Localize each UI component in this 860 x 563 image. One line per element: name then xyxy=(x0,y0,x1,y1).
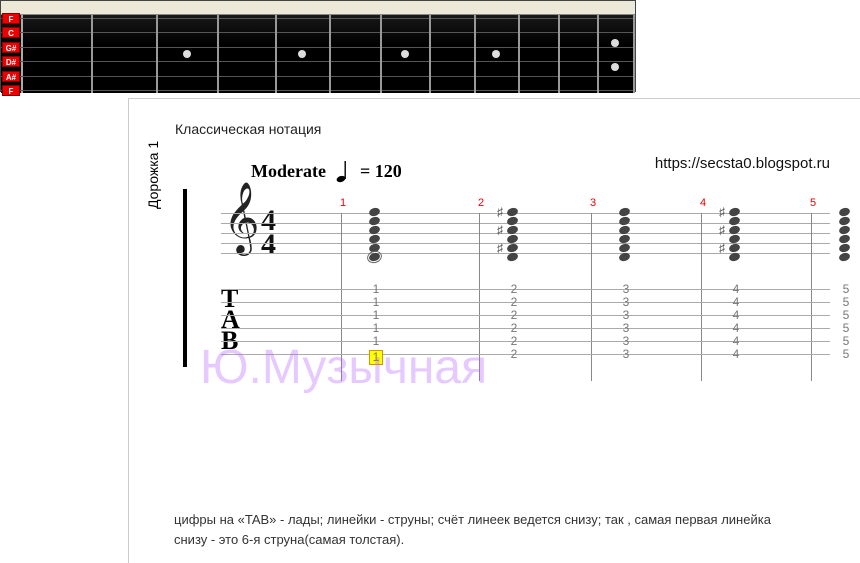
fretboard-string[interactable] xyxy=(1,61,635,62)
fret xyxy=(91,15,93,93)
fret xyxy=(275,15,277,93)
tab-label: T A B xyxy=(221,289,238,351)
fretboard-string[interactable] xyxy=(1,18,635,19)
bar-number: 3 xyxy=(590,197,596,209)
tab-cursor[interactable]: 1 xyxy=(370,351,382,364)
fret xyxy=(474,15,476,93)
fret xyxy=(156,15,158,93)
fret xyxy=(329,15,331,93)
bar-number: 1 xyxy=(340,197,346,209)
fret-marker-icon xyxy=(401,50,409,58)
chord[interactable] xyxy=(839,207,860,262)
string-label: F xyxy=(2,13,20,24)
sharp-icon: ♯ xyxy=(719,241,725,256)
string-label: A# xyxy=(2,71,20,82)
fretboard-string[interactable] xyxy=(1,76,635,77)
bar-number: 2 xyxy=(478,197,484,209)
fretboard-string[interactable] xyxy=(1,90,635,91)
bar-number: 4 xyxy=(700,197,706,209)
bar-number: 5 xyxy=(810,197,816,209)
fret xyxy=(217,15,219,93)
tab-chord[interactable]: 444444 xyxy=(729,283,743,361)
chord[interactable]: ♯♯♯ xyxy=(507,207,529,262)
chord[interactable] xyxy=(619,207,641,262)
fret-marker-icon xyxy=(492,50,500,58)
tab-chord[interactable]: 333333 xyxy=(619,283,633,361)
tab-chord[interactable]: 222222 xyxy=(507,283,521,361)
fret-marker-icon xyxy=(611,63,619,71)
fret xyxy=(518,15,520,93)
string-label: C xyxy=(2,27,20,38)
notation-staff[interactable]: 𝄞 4 4 12♯♯♯34♯♯♯56 xyxy=(193,189,830,279)
string-label: D# xyxy=(2,56,20,67)
tab-fret-number[interactable]: 3 xyxy=(619,348,633,361)
sharp-icon: ♯ xyxy=(719,223,725,238)
tempo-value: = 120 xyxy=(360,161,402,182)
fretboard-menu[interactable] xyxy=(1,1,635,15)
sharp-icon: ♯ xyxy=(497,241,503,256)
note-head[interactable] xyxy=(728,251,741,262)
score-system: Дорожка 1 𝄞 4 4 12♯♯♯34♯♯♯56 T A B 11111… xyxy=(175,189,830,367)
note-head[interactable] xyxy=(838,251,851,262)
fretboard-panel: FCG#D#A#F xyxy=(0,0,636,92)
fret xyxy=(597,15,599,93)
string-label: F xyxy=(2,85,20,96)
tab-fret-number[interactable]: 5 xyxy=(839,348,853,361)
fret-marker-icon xyxy=(611,39,619,47)
fretboard[interactable]: FCG#D#A#F xyxy=(1,15,635,93)
track-label: Дорожка 1 xyxy=(145,141,161,209)
note-head[interactable] xyxy=(368,251,381,262)
tab-fret-number[interactable]: 1 xyxy=(369,335,383,348)
tempo-label: Moderate xyxy=(251,161,326,182)
chord[interactable]: ♯♯♯ xyxy=(729,207,751,262)
note-head[interactable] xyxy=(618,251,631,262)
fretboard-string[interactable] xyxy=(1,47,635,48)
notation-heading: Классическая нотация xyxy=(175,121,830,137)
fret xyxy=(558,15,560,93)
tab-chord[interactable]: 555555 xyxy=(839,283,853,361)
fret xyxy=(429,15,431,93)
chord[interactable] xyxy=(369,207,391,262)
sharp-icon: ♯ xyxy=(719,205,725,220)
fret-marker-icon xyxy=(298,50,306,58)
fretboard-nut xyxy=(21,15,23,93)
tab-fret-number[interactable]: 2 xyxy=(507,348,521,361)
sharp-icon: ♯ xyxy=(497,205,503,220)
tab-chord[interactable]: 111111 xyxy=(369,283,383,366)
source-url: https://secsta0.blogspot.ru xyxy=(655,155,830,172)
quarter-note-icon xyxy=(336,159,350,183)
sharp-icon: ♯ xyxy=(497,223,503,238)
fretboard-string[interactable] xyxy=(1,32,635,33)
score-document: Классическая нотация https://secsta0.blo… xyxy=(128,98,860,563)
tab-fret-number[interactable]: 4 xyxy=(729,348,743,361)
string-label: G# xyxy=(2,42,20,53)
tab-staff[interactable]: T A B 111111222222333333444444555555 xyxy=(193,285,830,367)
fret-marker-icon xyxy=(183,50,191,58)
fret xyxy=(380,15,382,93)
note-head[interactable] xyxy=(506,251,519,262)
fret xyxy=(633,15,635,93)
footer-text: цифры на «TAB» - лады; линейки - струны;… xyxy=(174,510,860,549)
